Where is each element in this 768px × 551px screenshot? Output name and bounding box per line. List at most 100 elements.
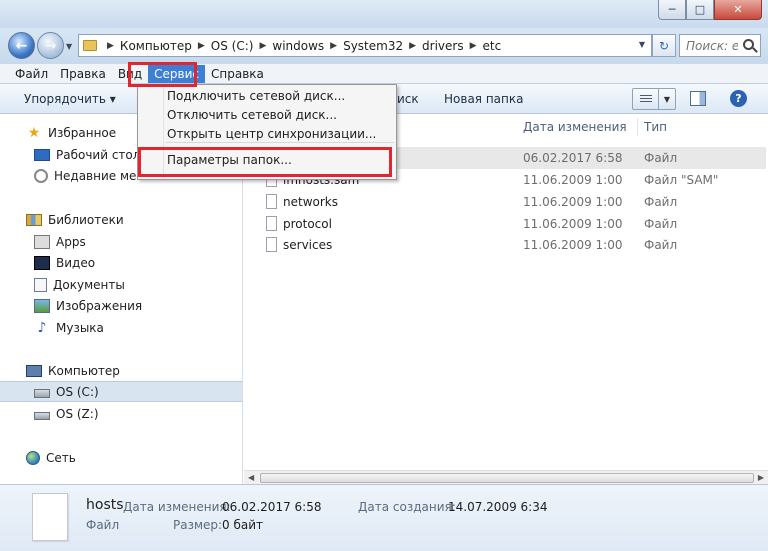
file-name: networks bbox=[283, 195, 338, 209]
file-preview-icon bbox=[32, 493, 68, 541]
breadcrumb-windows[interactable]: windows bbox=[272, 39, 324, 53]
file-row-protocol[interactable]: protocol 11.06.2009 1:00 Файл bbox=[248, 213, 766, 235]
details-file-type: Файл bbox=[86, 518, 120, 532]
file-type: Файл bbox=[644, 195, 678, 209]
chevron-right-icon[interactable]: ▶ bbox=[409, 41, 416, 51]
images-icon bbox=[34, 298, 50, 313]
menu-item-map-network-drive[interactable]: Подключить сетевой диск... bbox=[167, 89, 345, 103]
menu-item-open-sync-center[interactable]: Открыть центр синхронизации... bbox=[167, 127, 376, 141]
computer-icon bbox=[26, 364, 42, 377]
menu-help[interactable]: Справка bbox=[205, 65, 270, 83]
file-name: protocol bbox=[283, 217, 332, 231]
minimize-button[interactable]: ─ bbox=[658, 0, 686, 20]
chevron-right-icon[interactable]: ▶ bbox=[259, 41, 266, 51]
maximize-button[interactable]: □ bbox=[686, 0, 714, 20]
title-bar: ─ □ ✕ bbox=[0, 0, 768, 28]
breadcrumb-etc[interactable]: etc bbox=[483, 39, 502, 53]
horizontal-scrollbar[interactable]: ◀ ▶ bbox=[244, 470, 768, 484]
star-icon: ★ bbox=[27, 124, 41, 141]
sidebar-item-images[interactable]: Изображения bbox=[0, 295, 242, 316]
forward-button[interactable]: → bbox=[37, 32, 64, 59]
help-button[interactable]: ? bbox=[730, 90, 747, 107]
chevron-right-icon[interactable]: ▶ bbox=[198, 41, 205, 51]
chevron-right-icon[interactable]: ▶ bbox=[470, 41, 477, 51]
sidebar-item-drive-c[interactable]: OS (C:) bbox=[0, 381, 242, 402]
column-header-date[interactable]: Дата изменения bbox=[523, 120, 627, 134]
view-options-dropdown[interactable]: ▼ bbox=[659, 89, 675, 109]
scroll-left-icon[interactable]: ◀ bbox=[248, 473, 254, 482]
documents-icon bbox=[34, 277, 47, 292]
toolbar-item-partial[interactable]: иск bbox=[397, 92, 419, 106]
file-row-services[interactable]: services 11.06.2009 1:00 Файл bbox=[248, 234, 766, 256]
preview-pane-button[interactable] bbox=[690, 91, 706, 106]
window-controls: ─ □ ✕ bbox=[658, 0, 762, 20]
video-icon bbox=[34, 255, 50, 270]
file-type: Файл bbox=[644, 151, 678, 165]
menu-edit[interactable]: Правка bbox=[54, 65, 112, 83]
sidebar-label: Сеть bbox=[46, 450, 76, 465]
refresh-icon: ↻ bbox=[658, 38, 670, 53]
menu-item-folder-options[interactable]: Параметры папок... bbox=[167, 153, 292, 167]
view-details-icon[interactable] bbox=[633, 89, 659, 109]
file-icon bbox=[266, 216, 277, 231]
address-bar[interactable]: ▶ Компьютер ▶ OS (C:) ▶ windows ▶ System… bbox=[78, 34, 652, 57]
search-box[interactable] bbox=[679, 34, 761, 57]
breadcrumb-drivers[interactable]: drivers bbox=[422, 39, 464, 53]
file-date: 11.06.2009 1:00 bbox=[523, 195, 623, 209]
sidebar-label: Библиотеки bbox=[48, 212, 124, 227]
chevron-right-icon[interactable]: ▶ bbox=[330, 41, 337, 51]
scrollbar-thumb[interactable] bbox=[260, 473, 754, 483]
chevron-right-icon[interactable]: ▶ bbox=[107, 41, 114, 51]
menu-item-disconnect-network-drive[interactable]: Отключить сетевой диск... bbox=[167, 108, 337, 122]
network-icon bbox=[26, 450, 40, 465]
music-icon: ♪ bbox=[37, 319, 47, 336]
back-button[interactable]: ← bbox=[8, 32, 35, 59]
scroll-right-icon[interactable]: ▶ bbox=[758, 473, 764, 482]
organize-button[interactable]: Упорядочить ▾ bbox=[24, 92, 116, 106]
details-modified-value: 06.02.2017 6:58 bbox=[222, 500, 322, 514]
drive-icon bbox=[34, 389, 50, 398]
new-folder-button[interactable]: Новая папка bbox=[444, 92, 523, 106]
sidebar-item-libraries[interactable]: Библиотеки bbox=[0, 209, 242, 230]
navigation-bar: ← → ▼ ▶ Компьютер ▶ OS (C:) ▶ windows ▶ … bbox=[0, 28, 768, 64]
refresh-button[interactable]: ↻ bbox=[652, 34, 676, 57]
file-icon bbox=[266, 237, 277, 252]
sidebar-label: Компьютер bbox=[48, 363, 120, 378]
details-created-value: 14.07.2009 6:34 bbox=[448, 500, 548, 514]
libraries-icon bbox=[26, 213, 42, 226]
column-divider[interactable] bbox=[637, 118, 638, 136]
menu-view[interactable]: Вид bbox=[112, 65, 148, 83]
sidebar-label: OS (Z:) bbox=[56, 406, 99, 421]
desktop-icon bbox=[34, 148, 50, 161]
sidebar-label: Музыка bbox=[56, 320, 104, 335]
search-input[interactable] bbox=[686, 38, 738, 53]
sidebar-item-network[interactable]: Сеть bbox=[0, 447, 242, 468]
file-name: services bbox=[283, 238, 333, 252]
breadcrumb-system32[interactable]: System32 bbox=[343, 39, 403, 53]
address-history-dropdown[interactable]: ▼ bbox=[639, 40, 645, 49]
details-pane: hosts Дата изменения: 06.02.2017 6:58 Да… bbox=[0, 484, 768, 551]
menu-service[interactable]: Сервис bbox=[148, 64, 206, 83]
sidebar-item-drive-z[interactable]: OS (Z:) bbox=[0, 403, 242, 424]
change-view-button[interactable]: ▼ bbox=[632, 88, 676, 110]
sidebar-item-documents[interactable]: Документы bbox=[0, 274, 242, 295]
network-drive-icon bbox=[34, 412, 50, 420]
sidebar-label: Изображения bbox=[56, 298, 143, 313]
details-modified-label: Дата изменения: bbox=[123, 500, 231, 514]
recent-pages-dropdown[interactable]: ▼ bbox=[66, 42, 72, 51]
breadcrumb-os-c[interactable]: OS (C:) bbox=[211, 39, 254, 53]
file-date: 11.06.2009 1:00 bbox=[523, 238, 623, 252]
sidebar-item-computer[interactable]: Компьютер bbox=[0, 360, 242, 381]
column-header-type[interactable]: Тип bbox=[644, 120, 667, 134]
breadcrumb-computer[interactable]: Компьютер bbox=[120, 39, 192, 53]
details-created-label: Дата создания: bbox=[358, 500, 456, 514]
sidebar-item-music[interactable]: ♪ Музыка bbox=[0, 317, 242, 338]
search-icon[interactable] bbox=[743, 39, 754, 50]
sidebar-item-video[interactable]: Видео bbox=[0, 252, 242, 273]
details-size-label: Размер: bbox=[173, 518, 223, 532]
apps-library-icon bbox=[34, 234, 50, 249]
sidebar-item-apps[interactable]: Apps bbox=[0, 231, 242, 252]
file-row-networks[interactable]: networks 11.06.2009 1:00 Файл bbox=[248, 191, 766, 213]
menu-file[interactable]: Файл bbox=[9, 65, 54, 83]
close-button[interactable]: ✕ bbox=[714, 0, 762, 20]
